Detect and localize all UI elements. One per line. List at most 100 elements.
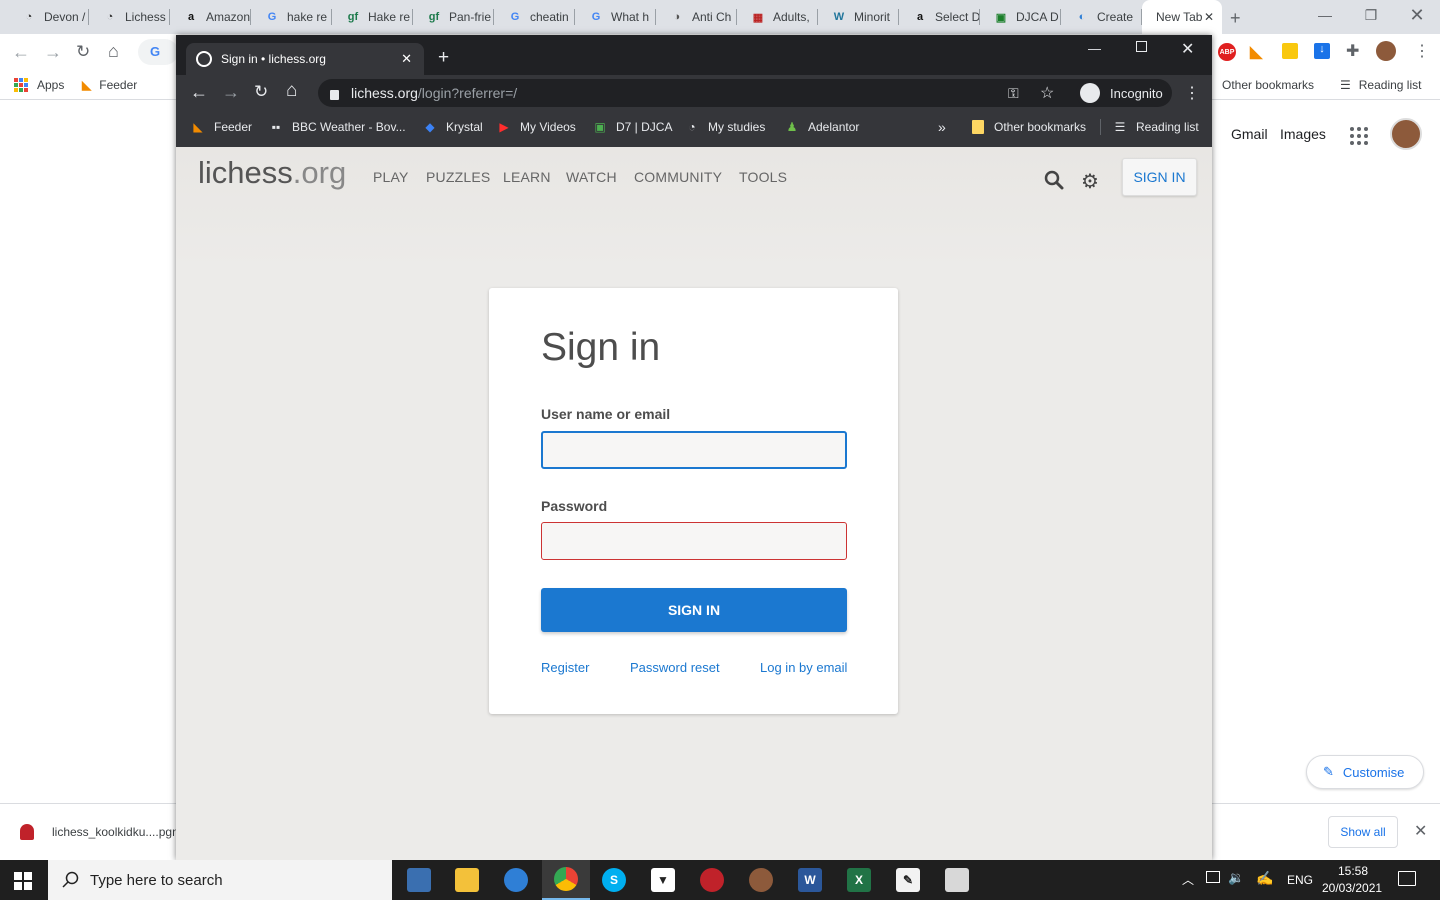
background-tab[interactable]: gf Hake re (332, 0, 413, 34)
taskbar-app-word[interactable]: W (786, 860, 834, 900)
bookmark-other[interactable]: Other bookmarks (1222, 70, 1314, 100)
taskbar-app-computer[interactable] (395, 860, 443, 900)
nav-puzzles[interactable]: PUZZLES (426, 169, 490, 185)
nav-learn[interactable]: LEARN (503, 169, 551, 185)
download-extension-icon[interactable]: ↓ (1314, 43, 1330, 59)
background-tab[interactable]: ◐ Create (1061, 0, 1142, 34)
back-icon[interactable]: ← (12, 42, 30, 63)
adblock-icon[interactable]: ABP (1218, 43, 1236, 61)
background-tab[interactable]: a Select D (899, 0, 980, 34)
notifications-icon[interactable] (1398, 871, 1416, 886)
background-tab[interactable]: ▣ DJCA D (980, 0, 1061, 34)
log-in-by-email-link[interactable]: Log in by email (760, 660, 847, 675)
key-icon[interactable]: ⚿ (1008, 85, 1019, 102)
download-filename[interactable]: lichess_koolkidku....pgn (52, 825, 179, 839)
bookmark-apps[interactable]: Apps (14, 70, 64, 100)
google-account-avatar[interactable] (1390, 118, 1422, 150)
network-icon[interactable] (1206, 871, 1220, 883)
background-tab[interactable]: ◔ Devon / (8, 0, 89, 34)
password-reset-link[interactable]: Password reset (630, 660, 720, 675)
bookmark-item[interactable]: ◆ Krystal (422, 111, 482, 143)
bookmark-item[interactable]: ▪▪ BBC Weather - Bov... (268, 111, 406, 143)
clock-date[interactable]: 20/03/2021 (1322, 881, 1382, 895)
restore-icon[interactable]: ❐ (1348, 0, 1394, 30)
home-icon[interactable]: ⌂ (108, 41, 119, 62)
back-icon[interactable]: ← (190, 82, 208, 103)
username-input[interactable] (541, 431, 847, 469)
taskbar-app-file-explorer[interactable] (443, 860, 491, 900)
taskbar-app-image[interactable] (933, 860, 981, 900)
background-tab[interactable]: Ghake re (251, 0, 332, 34)
taskbar-app-brown[interactable] (737, 860, 785, 900)
close-tab-icon[interactable]: ✕ (1204, 10, 1214, 24)
reload-icon[interactable]: ↻ (254, 82, 268, 102)
show-all-button[interactable]: Show all (1328, 816, 1398, 848)
bookmark-item[interactable]: ◣ Feeder (190, 111, 252, 143)
show-hidden-icons[interactable]: ︿ (1182, 871, 1194, 888)
nav-community[interactable]: COMMUNITY (634, 169, 722, 185)
taskbar-app-chrome[interactable] (542, 860, 590, 900)
home-icon[interactable]: ⌂ (286, 80, 297, 102)
language-indicator[interactable]: ENG (1287, 873, 1313, 887)
profile-avatar[interactable] (1376, 41, 1396, 61)
taskbar-app-edge[interactable] (492, 860, 540, 900)
taskbar-app-excel[interactable]: X (835, 860, 883, 900)
minimize-icon[interactable]: — (1302, 0, 1348, 30)
windows-start-icon[interactable] (14, 872, 32, 890)
gmail-link[interactable]: Gmail (1231, 126, 1268, 142)
password-input[interactable] (541, 522, 847, 560)
taskbar-app-chess[interactable] (688, 860, 736, 900)
background-tab[interactable]: W Minorit (818, 0, 899, 34)
forward-icon[interactable]: → (44, 42, 62, 63)
bookmark-item[interactable]: ▣ D7 | DJCA (592, 111, 672, 143)
background-tab[interactable]: ◔ Lichess (89, 0, 170, 34)
minimize-icon[interactable]: — (1088, 41, 1101, 56)
bookmark-star-icon[interactable]: ☆ (1040, 83, 1054, 103)
close-tab-icon[interactable]: ✕ (401, 51, 412, 67)
nav-play[interactable]: PLAY (373, 169, 409, 185)
volume-icon[interactable]: 🔉 (1228, 870, 1244, 886)
nav-watch[interactable]: WATCH (566, 169, 617, 185)
search-icon[interactable] (1044, 170, 1064, 190)
forward-icon[interactable]: → (222, 82, 240, 103)
background-tab[interactable]: Gcheatin (494, 0, 575, 34)
customise-button[interactable]: ✎ Customise (1306, 755, 1424, 789)
menu-icon[interactable]: ⋮ (1414, 41, 1430, 61)
google-apps-icon[interactable] (1350, 127, 1368, 145)
background-tab[interactable]: G What h (575, 0, 656, 34)
taskbar-app-fox[interactable]: ▼ (639, 860, 687, 900)
new-tab-icon[interactable]: + (438, 47, 449, 69)
tab-sign-in[interactable]: Sign in • lichess.org ✕ (186, 43, 424, 75)
bookmark-item[interactable]: ♟ Adelantor (784, 111, 860, 143)
close-download-bar-icon[interactable]: ✕ (1414, 821, 1427, 841)
background-tab[interactable]: a Amazon (170, 0, 251, 34)
bookmark-item[interactable]: ◔ My studies (684, 111, 765, 143)
taskbar-app-skype[interactable]: S (590, 860, 638, 900)
incognito-profile-chip[interactable]: Incognito (1076, 79, 1168, 107)
maximize-icon[interactable] (1136, 41, 1147, 52)
close-window-icon[interactable]: ✕ (1394, 0, 1440, 30)
bookmarks-overflow-icon[interactable]: » (938, 111, 946, 143)
rss-icon[interactable]: ◣ (1250, 42, 1262, 62)
taskbar-app-notes[interactable]: ✎ (884, 860, 932, 900)
extension-note-icon[interactable] (1282, 43, 1298, 59)
images-link[interactable]: Images (1280, 126, 1326, 142)
lichess-logo[interactable]: lichess.org (198, 155, 346, 191)
background-tab[interactable]: ◑ Anti Ch (656, 0, 737, 34)
background-tab[interactable]: ▦ Adults, (737, 0, 818, 34)
new-tab-icon[interactable]: + (1230, 8, 1241, 29)
bookmark-item[interactable]: ▶ My Videos (496, 111, 575, 143)
background-tab[interactable]: New Tab ✕ (1142, 0, 1222, 34)
menu-icon[interactable]: ⋮ (1184, 83, 1200, 103)
bookmark-reading-list[interactable]: ☰ Reading list (1112, 111, 1199, 143)
gear-icon[interactable]: ⚙ (1081, 169, 1099, 194)
register-link[interactable]: Register (541, 660, 589, 675)
clock-time[interactable]: 15:58 (1338, 864, 1368, 878)
bookmark-other[interactable]: Other bookmarks (970, 111, 1086, 143)
sign-in-submit-button[interactable]: SIGN IN (541, 588, 847, 632)
address-bar[interactable]: lichess.org /login?referrer=/ ⚿ ☆ Incogn… (318, 79, 1172, 107)
pen-icon[interactable]: ✍ (1256, 870, 1273, 887)
nav-tools[interactable]: TOOLS (739, 169, 787, 185)
background-tab[interactable]: gf Pan-frie (413, 0, 494, 34)
bookmark-reading-list[interactable]: ☰ Reading list (1340, 70, 1421, 100)
